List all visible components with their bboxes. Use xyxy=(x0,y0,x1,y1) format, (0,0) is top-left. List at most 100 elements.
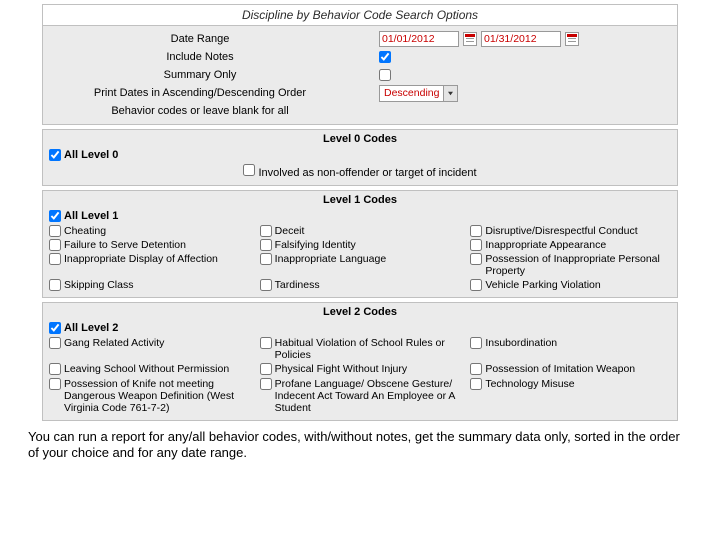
level1-item-checkbox[interactable] xyxy=(49,239,61,251)
row-summary-only: Summary Only xyxy=(43,66,677,84)
summary-only-checkbox[interactable] xyxy=(379,69,391,81)
level2-item-label: Habitual Violation of School Rules or Po… xyxy=(275,337,461,361)
level1-item-checkbox[interactable] xyxy=(49,253,61,265)
level1-item-label: Deceit xyxy=(275,225,305,237)
level1-item-checkbox[interactable] xyxy=(470,239,482,251)
level1-heading: Level 1 Codes xyxy=(49,194,671,206)
level1-item-checkbox[interactable] xyxy=(470,253,482,265)
level2-item[interactable]: Technology Misuse xyxy=(470,378,671,414)
level2-item-checkbox[interactable] xyxy=(470,337,482,349)
date-to-input[interactable] xyxy=(484,33,546,45)
level2-item-label: Insubordination xyxy=(485,337,557,349)
level1-item-label: Cheating xyxy=(64,225,106,237)
footer-caption: You can run a report for any/all behavio… xyxy=(28,429,692,462)
all-level0-row[interactable]: All Level 0 xyxy=(49,149,671,161)
level0-item[interactable]: Involved as non-offender or target of in… xyxy=(243,164,476,179)
level1-item-label: Vehicle Parking Violation xyxy=(485,279,600,291)
level2-block: Level 2 Codes All Level 2 Gang Related A… xyxy=(42,302,678,420)
level1-item-checkbox[interactable] xyxy=(260,253,272,265)
summary-only-label: Summary Only xyxy=(43,69,363,81)
level1-item-checkbox[interactable] xyxy=(260,225,272,237)
level1-item-label: Inappropriate Language xyxy=(275,253,387,265)
chevron-down-icon xyxy=(443,86,457,101)
level2-item[interactable]: Leaving School Without Permission xyxy=(49,363,250,375)
date-from-field[interactable] xyxy=(379,31,459,47)
date-to-field[interactable] xyxy=(481,31,561,47)
all-level0-checkbox[interactable] xyxy=(49,149,61,161)
level1-item-label: Disruptive/Disrespectful Conduct xyxy=(485,225,637,237)
level2-item-checkbox[interactable] xyxy=(260,337,272,349)
all-level1-checkbox[interactable] xyxy=(49,210,61,222)
date-range-label: Date Range xyxy=(43,33,363,45)
level1-item[interactable]: Skipping Class xyxy=(49,279,250,291)
include-notes-checkbox[interactable] xyxy=(379,51,391,63)
sort-order-value: Descending xyxy=(380,87,443,99)
level2-item[interactable]: Profane Language/ Obscene Gesture/ Indec… xyxy=(260,378,461,414)
row-include-notes: Include Notes xyxy=(43,48,677,66)
include-notes-label: Include Notes xyxy=(43,51,363,63)
level2-item-checkbox[interactable] xyxy=(49,337,61,349)
form-rows: Date Range Include Notes Summary Only Pr… xyxy=(43,26,677,124)
sort-order-label: Print Dates in Ascending/Descending Orde… xyxy=(43,87,363,99)
level2-item-label: Leaving School Without Permission xyxy=(64,363,229,375)
row-date-range: Date Range xyxy=(43,30,677,48)
level2-item-checkbox[interactable] xyxy=(49,363,61,375)
level2-item[interactable]: Gang Related Activity xyxy=(49,337,250,361)
level1-block: Level 1 Codes All Level 1 Cheating Deceit… xyxy=(42,190,678,298)
level1-item[interactable]: Vehicle Parking Violation xyxy=(470,279,671,291)
level0-item-checkbox[interactable] xyxy=(243,164,255,176)
level1-item[interactable]: Inappropriate Display of Affection xyxy=(49,253,250,277)
level1-item[interactable]: Deceit xyxy=(260,225,461,237)
level2-item[interactable]: Possession of Knife not meeting Dangerou… xyxy=(49,378,250,414)
calendar-icon[interactable] xyxy=(463,32,477,46)
level1-item-label: Possession of Inappropriate Personal Pro… xyxy=(485,253,671,277)
level1-item-label: Inappropriate Display of Affection xyxy=(64,253,218,265)
level1-item-checkbox[interactable] xyxy=(470,279,482,291)
panel-title: Discipline by Behavior Code Search Optio… xyxy=(43,5,677,26)
level1-item[interactable]: Inappropriate Language xyxy=(260,253,461,277)
level2-item-label: Gang Related Activity xyxy=(64,337,164,349)
level2-item-checkbox[interactable] xyxy=(260,378,272,390)
level1-item[interactable]: Failure to Serve Detention xyxy=(49,239,250,251)
level2-item[interactable]: Physical Fight Without Injury xyxy=(260,363,461,375)
level1-item-label: Skipping Class xyxy=(64,279,133,291)
level1-item-label: Tardiness xyxy=(275,279,320,291)
level1-item-checkbox[interactable] xyxy=(260,279,272,291)
level1-item[interactable]: Cheating xyxy=(49,225,250,237)
level2-item-checkbox[interactable] xyxy=(470,363,482,375)
level1-item[interactable]: Possession of Inappropriate Personal Pro… xyxy=(470,253,671,277)
all-level2-row[interactable]: All Level 2 xyxy=(49,322,671,334)
calendar-icon[interactable] xyxy=(565,32,579,46)
level1-item[interactable]: Falsifying Identity xyxy=(260,239,461,251)
level2-item[interactable]: Insubordination xyxy=(470,337,671,361)
sort-order-select[interactable]: Descending xyxy=(379,85,458,102)
all-level2-checkbox[interactable] xyxy=(49,322,61,334)
level1-item-checkbox[interactable] xyxy=(49,225,61,237)
level1-item[interactable]: Tardiness xyxy=(260,279,461,291)
level1-item-checkbox[interactable] xyxy=(49,279,61,291)
level1-item-checkbox[interactable] xyxy=(260,239,272,251)
level2-item-checkbox[interactable] xyxy=(49,378,61,390)
level0-block: Level 0 Codes All Level 0 Involved as no… xyxy=(42,129,678,186)
level1-item-label: Falsifying Identity xyxy=(275,239,356,251)
row-sort-order: Print Dates in Ascending/Descending Orde… xyxy=(43,84,677,102)
level1-item-checkbox[interactable] xyxy=(470,225,482,237)
level2-item-checkbox[interactable] xyxy=(470,378,482,390)
all-level1-label: All Level 1 xyxy=(64,210,118,222)
date-from-input[interactable] xyxy=(382,33,444,45)
row-behavior-codes: Behavior codes or leave blank for all xyxy=(43,102,677,120)
level1-item[interactable]: Inappropriate Appearance xyxy=(470,239,671,251)
level1-item-label: Inappropriate Appearance xyxy=(485,239,606,251)
level2-item-checkbox[interactable] xyxy=(260,363,272,375)
level2-item-label: Physical Fight Without Injury xyxy=(275,363,407,375)
all-level1-row[interactable]: All Level 1 xyxy=(49,210,671,222)
level1-item[interactable]: Disruptive/Disrespectful Conduct xyxy=(470,225,671,237)
level0-heading: Level 0 Codes xyxy=(49,133,671,145)
level2-item-label: Possession of Imitation Weapon xyxy=(485,363,635,375)
behavior-codes-label: Behavior codes or leave blank for all xyxy=(43,105,363,117)
level2-item[interactable]: Possession of Imitation Weapon xyxy=(470,363,671,375)
level2-item[interactable]: Habitual Violation of School Rules or Po… xyxy=(260,337,461,361)
level2-item-label: Profane Language/ Obscene Gesture/ Indec… xyxy=(275,378,461,414)
level2-item-label: Technology Misuse xyxy=(485,378,574,390)
level0-item-label: Involved as non-offender or target of in… xyxy=(258,167,476,179)
